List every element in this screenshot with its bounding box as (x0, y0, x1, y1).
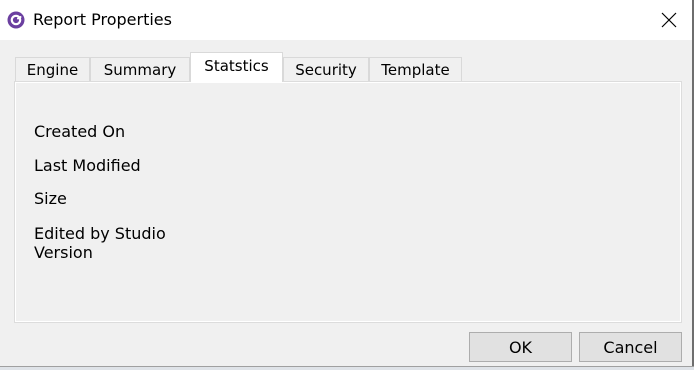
edited-by-studio-label: Edited by Studio Version (34, 224, 166, 262)
tab-summary[interactable]: Summary (90, 57, 190, 81)
report-properties-dialog: Report Properties Engine Summary Statsti… (0, 0, 694, 370)
ok-button-label: OK (508, 337, 533, 357)
tab-security[interactable]: Security (283, 57, 369, 81)
close-icon (661, 12, 677, 28)
tab-statistics[interactable]: Statstics (190, 52, 283, 82)
edited-by-studio-line2: Version (34, 243, 93, 262)
tab-template-label: Template (381, 60, 450, 79)
tab-summary-label: Summary (103, 60, 177, 79)
last-modified-label: Last Modified (34, 156, 141, 175)
size-label: Size (34, 189, 67, 208)
tab-engine[interactable]: Engine (15, 57, 90, 81)
created-on-label: Created On (34, 122, 126, 141)
app-logo-icon (7, 11, 25, 29)
statistics-panel: Created On Last Modified Size Edited by … (14, 81, 682, 323)
taskbar-edge (0, 366, 694, 370)
cancel-button[interactable]: Cancel (579, 332, 682, 362)
edited-by-studio-line1: Edited by Studio (34, 224, 166, 243)
tab-security-label: Security (295, 60, 357, 79)
tab-statistics-label: Statstics (204, 56, 269, 75)
close-button[interactable] (646, 0, 692, 40)
title-bar[interactable]: Report Properties (0, 0, 694, 40)
cancel-button-label: Cancel (603, 337, 658, 357)
window-title: Report Properties (33, 10, 172, 29)
tab-engine-label: Engine (26, 60, 79, 79)
tab-template[interactable]: Template (369, 57, 462, 81)
ok-button[interactable]: OK (469, 332, 572, 362)
